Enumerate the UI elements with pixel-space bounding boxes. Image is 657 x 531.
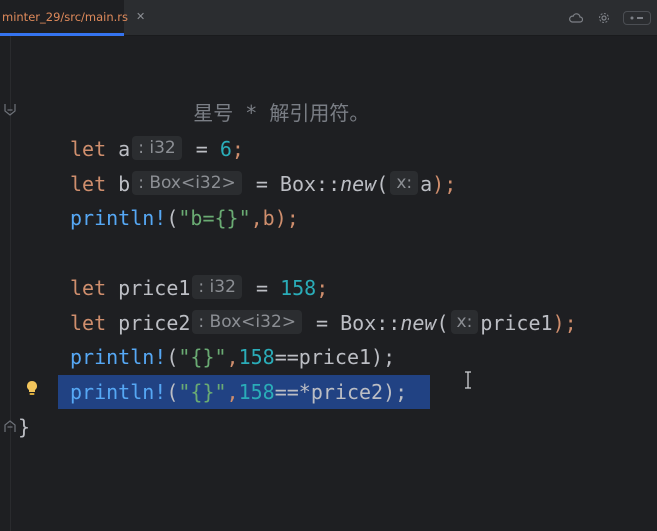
text-cursor-icon bbox=[465, 371, 471, 389]
type-hint: : i32 bbox=[132, 136, 182, 160]
call-rest: ==*price2); bbox=[274, 380, 408, 404]
code-line-7: let price1: i32 = 158; bbox=[70, 271, 328, 305]
call-close: ); bbox=[552, 311, 577, 335]
closing-brace: } bbox=[18, 415, 31, 439]
variable-name: a bbox=[118, 137, 131, 161]
keyword: let bbox=[70, 311, 107, 335]
code-line-1: 星号 * 解引用符。 bbox=[121, 62, 369, 125]
variable-name: price2 bbox=[118, 311, 191, 335]
comma: , bbox=[226, 345, 239, 369]
parameter-hint: x: bbox=[390, 171, 419, 195]
macro-name: println! bbox=[70, 206, 167, 230]
code-line-3: let a: i32 = 6; bbox=[70, 132, 244, 166]
argument: a bbox=[420, 172, 433, 196]
semicolon: ; bbox=[231, 137, 244, 161]
variable-name: b bbox=[118, 172, 131, 196]
call-rest: ,b); bbox=[250, 206, 299, 230]
operator: = bbox=[255, 276, 269, 300]
call-close: ); bbox=[432, 172, 457, 196]
code-editor-window: minter_29/src/main.rs ✕ 星号 * 解引用符。 let a… bbox=[0, 0, 657, 531]
keyword: let bbox=[70, 276, 107, 300]
paren-open: ( bbox=[376, 172, 389, 196]
code-line-9: println!("{}",158==price1); bbox=[70, 340, 395, 374]
macro-name: println! bbox=[70, 345, 167, 369]
function-name: new bbox=[340, 172, 377, 196]
string-literal: "b={}" bbox=[178, 206, 251, 230]
string-literal: "{}" bbox=[178, 380, 227, 404]
argument: price1 bbox=[480, 311, 553, 335]
number-literal: 6 bbox=[219, 137, 232, 161]
function-name: new bbox=[400, 311, 437, 335]
code-line-2: */ bbox=[70, 97, 166, 160]
comment-text: 星号 * 解引用符。 bbox=[193, 101, 370, 125]
operator: = Box:: bbox=[316, 311, 401, 335]
parameter-hint: x: bbox=[450, 310, 479, 334]
paren-open: ( bbox=[166, 380, 179, 404]
keyword: let bbox=[70, 137, 107, 161]
call-rest: ==price1); bbox=[274, 345, 396, 369]
paren-open: ( bbox=[436, 311, 449, 335]
operator: = bbox=[195, 137, 208, 161]
code-line-8: let price2: Box<i32> = Box::new(x: price1… bbox=[70, 306, 577, 340]
number-literal: 158 bbox=[238, 345, 275, 369]
type-hint: : Box<i32> bbox=[192, 310, 302, 334]
variable-name: price1 bbox=[118, 276, 191, 300]
code-line-5: println!("b={}",b); bbox=[70, 201, 299, 235]
code-line-10: println!("{}",158==*price2); bbox=[70, 375, 407, 409]
macro-name: println! bbox=[70, 380, 167, 404]
semicolon: ; bbox=[316, 276, 329, 300]
paren-open: ( bbox=[166, 206, 179, 230]
number-literal: 158 bbox=[238, 380, 275, 404]
number-literal: 158 bbox=[280, 276, 317, 300]
comma: , bbox=[226, 380, 239, 404]
keyword: let bbox=[70, 172, 107, 196]
type-hint: : i32 bbox=[192, 275, 242, 299]
operator: = Box:: bbox=[255, 172, 341, 196]
code-line-4: let b: Box<i32> = Box::new(x: a); bbox=[70, 167, 456, 201]
type-hint: : Box<i32> bbox=[132, 171, 242, 195]
code-area[interactable]: 星号 * 解引用符。 */ let a: i32 = 6; let b: Box… bbox=[0, 0, 657, 531]
code-line-11: } bbox=[18, 410, 30, 444]
paren-open: ( bbox=[166, 345, 179, 369]
string-literal: "{}" bbox=[178, 345, 227, 369]
